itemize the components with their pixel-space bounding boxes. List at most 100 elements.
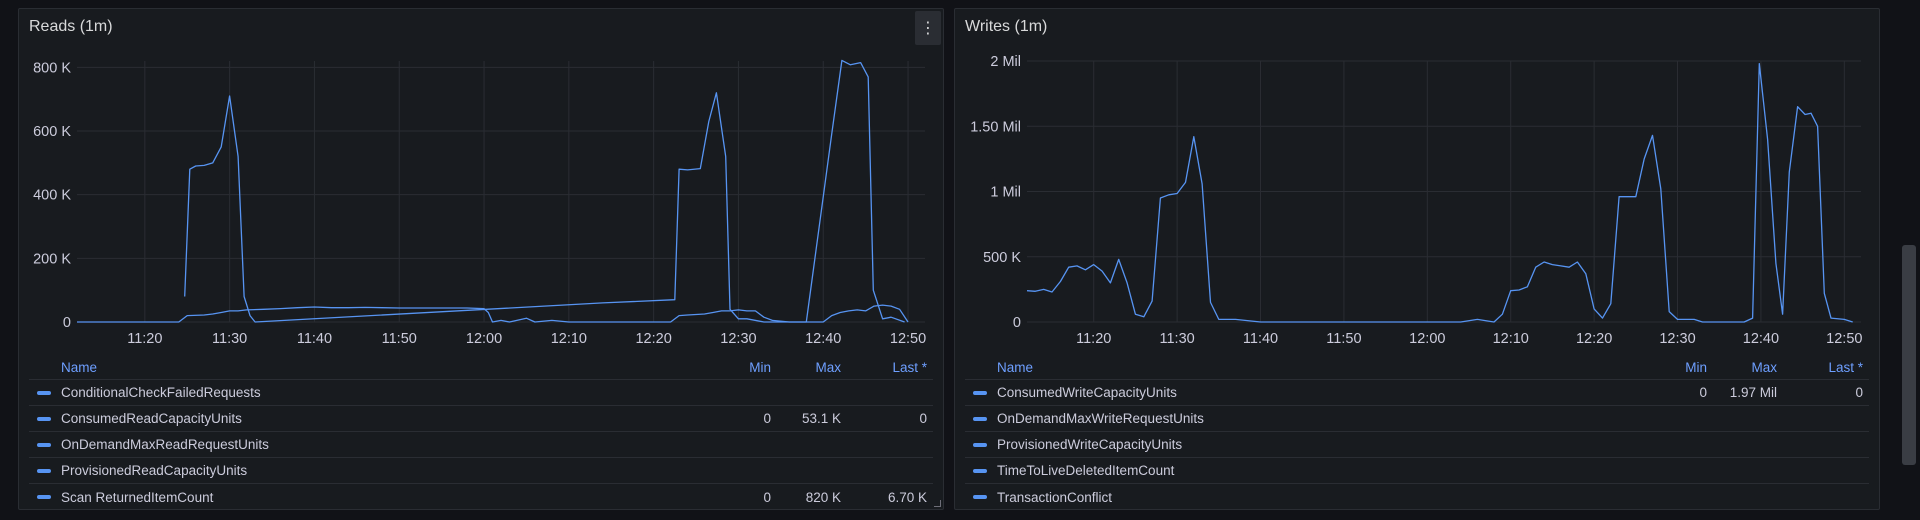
legend-header-max[interactable]: Max xyxy=(771,360,841,375)
series-name: ProvisionedWriteCapacityUnits xyxy=(997,437,1183,452)
series-name: TransactionConflict xyxy=(997,489,1113,505)
x-tick-label: 12:10 xyxy=(551,331,587,347)
writes-panel: Writes (1m) 0 500 K1 Mil 1.50 Mil 2 Mil 11:2… xyxy=(954,8,1880,510)
x-tick-label: 12:10 xyxy=(1493,331,1529,347)
x-tick-label: 11:30 xyxy=(212,331,247,347)
x-tick-label: 12:20 xyxy=(635,331,671,347)
legend-row[interactable]: ConsumedReadCapacityUnits 0 53.1 K 0 xyxy=(29,406,933,432)
legend-series: ConsumedWriteCapacityUnits xyxy=(965,385,1647,400)
legend-series: TransactionConflict xyxy=(965,490,1647,505)
legend-row[interactable]: TimeToLiveDeletedItemCount xyxy=(965,458,1869,484)
scrollbar-thumb[interactable] xyxy=(1902,245,1916,465)
legend-row[interactable]: OnDemandMaxWriteRequestUnits xyxy=(965,406,1869,432)
legend-header-min[interactable]: Min xyxy=(1647,360,1707,375)
y-tick-label: 0 xyxy=(1013,315,1021,331)
legend-header-name[interactable]: Name xyxy=(965,360,1647,375)
series-name: OnDemandMaxWriteRequestUnits xyxy=(997,411,1204,426)
writes-legend: Name Min Max Last * ConsumedWriteCapacit… xyxy=(965,356,1869,510)
series-swatch xyxy=(973,495,987,499)
legend-series: OnDemandMaxReadRequestUnits xyxy=(29,437,711,452)
legend-header: Name Min Max Last * xyxy=(965,356,1869,380)
legend-header-name[interactable]: Name xyxy=(29,360,711,375)
x-tick-label: 11:20 xyxy=(1076,331,1111,347)
series-max: 53.1 K xyxy=(801,411,841,426)
series-name: TimeToLiveDeletedItemCount xyxy=(997,463,1175,478)
series-swatch xyxy=(37,468,51,473)
x-tick-label: 11:40 xyxy=(297,331,332,347)
reads-legend: Name Min Max Last * ConditionalCheckFail… xyxy=(29,356,933,510)
x-tick-label: 12:50 xyxy=(1826,331,1862,347)
legend-header-max[interactable]: Max xyxy=(1707,360,1777,375)
x-tick-label: 12:20 xyxy=(1576,331,1612,347)
series-name: ConsumedWriteCapacityUnits xyxy=(997,385,1177,400)
legend-series: OnDemandMaxWriteRequestUnits xyxy=(965,411,1647,426)
series-swatch xyxy=(37,442,51,447)
reads-panel: Reads (1m) ⋮ 0 200 K 400 K 600 K 800 K 11:20 1… xyxy=(18,8,944,510)
legend-row[interactable]: Scan ReturnedItemCount 0 820 K 6.70 K xyxy=(29,484,933,510)
series-line[interactable] xyxy=(184,59,905,323)
series-max: 1.97 Mil xyxy=(1729,385,1777,400)
x-tick-label: 11:50 xyxy=(1326,331,1361,347)
reads-chart[interactable]: 0 200 K 400 K 600 K 800 K 11:20 11:30 11:40 11:5… xyxy=(19,9,943,354)
legend-header-min[interactable]: Min xyxy=(711,360,771,375)
y-tick-label: 1.50 Mil xyxy=(970,119,1021,135)
legend-row[interactable]: ConditionalCheckFailedRequests xyxy=(29,380,933,406)
series-line[interactable] xyxy=(77,304,909,323)
x-tick-label: 11:20 xyxy=(127,331,162,347)
series-swatch xyxy=(37,390,51,395)
series-last: 0 xyxy=(919,411,927,426)
series-last: 6.70 K xyxy=(887,489,927,505)
legend-row[interactable]: ProvisionedWriteCapacityUnits xyxy=(965,432,1869,458)
series-line[interactable] xyxy=(1026,62,1853,323)
legend-series: TimeToLiveDeletedItemCount xyxy=(965,463,1647,478)
series-swatch xyxy=(973,416,987,421)
series-name: ProvisionedReadCapacityUnits xyxy=(61,463,248,478)
x-tick-label: 12:40 xyxy=(1743,331,1779,347)
series-swatch xyxy=(973,468,987,473)
legend-series: Scan ReturnedItemCount xyxy=(29,490,711,505)
x-tick-label: 12:00 xyxy=(1409,331,1445,347)
series-swatch xyxy=(973,442,987,447)
x-tick-label: 11:30 xyxy=(1160,331,1195,347)
resize-handle-icon[interactable] xyxy=(934,500,941,507)
x-tick-label: 12:30 xyxy=(720,331,756,347)
y-tick-label: 2 Mil xyxy=(990,54,1021,70)
series-name: OnDemandMaxReadRequestUnits xyxy=(61,437,269,452)
series-swatch xyxy=(973,390,987,395)
series-name: ConsumedReadCapacityUnits xyxy=(61,411,242,426)
x-tick-label: 12:30 xyxy=(1659,331,1695,347)
legend-row[interactable]: ConsumedWriteCapacityUnits 0 1.97 Mil 0 xyxy=(965,380,1869,406)
y-tick-label: 0 xyxy=(63,315,71,331)
legend-row[interactable]: TransactionConflict xyxy=(965,484,1869,510)
legend-header: Name Min Max Last * xyxy=(29,356,933,380)
series-min: 0 xyxy=(763,411,771,426)
x-tick-label: 12:40 xyxy=(805,331,841,347)
legend-header-last[interactable]: Last * xyxy=(841,360,933,375)
x-tick-label: 12:50 xyxy=(890,331,926,347)
y-tick-label: 600 K xyxy=(33,124,71,140)
legend-row[interactable]: ProvisionedReadCapacityUnits xyxy=(29,458,933,484)
series-swatch xyxy=(37,495,51,499)
legend-series: ProvisionedWriteCapacityUnits xyxy=(965,437,1647,452)
legend-series: ConditionalCheckFailedRequests xyxy=(29,385,711,400)
x-tick-label: 11:50 xyxy=(382,331,417,347)
y-tick-label: 800 K xyxy=(33,60,71,76)
legend-series: ConsumedReadCapacityUnits xyxy=(29,411,711,426)
x-tick-label: 11:40 xyxy=(1243,331,1278,347)
series-min: 0 xyxy=(763,489,771,505)
legend-row[interactable]: OnDemandMaxReadRequestUnits xyxy=(29,432,933,458)
series-last: 0 xyxy=(1855,385,1863,400)
series-name: ConditionalCheckFailedRequests xyxy=(61,385,261,400)
series-swatch xyxy=(37,416,51,421)
x-tick-label: 12:00 xyxy=(466,331,502,347)
writes-chart[interactable]: 0 500 K 1 Mil 1.50 Mil 2 Mil 11:20 11:30 11:40 1… xyxy=(955,9,1879,354)
legend-series: ProvisionedReadCapacityUnits xyxy=(29,463,711,478)
y-tick-label: 200 K xyxy=(33,251,71,267)
y-tick-label: 1 Mil xyxy=(990,185,1021,201)
legend-header-last[interactable]: Last * xyxy=(1777,360,1869,375)
y-tick-label: 400 K xyxy=(33,188,71,204)
series-max: 820 K xyxy=(805,489,841,505)
series-name: Scan ReturnedItemCount xyxy=(61,489,214,505)
series-min: 0 xyxy=(1699,385,1707,400)
y-tick-label: 500 K xyxy=(983,250,1021,266)
